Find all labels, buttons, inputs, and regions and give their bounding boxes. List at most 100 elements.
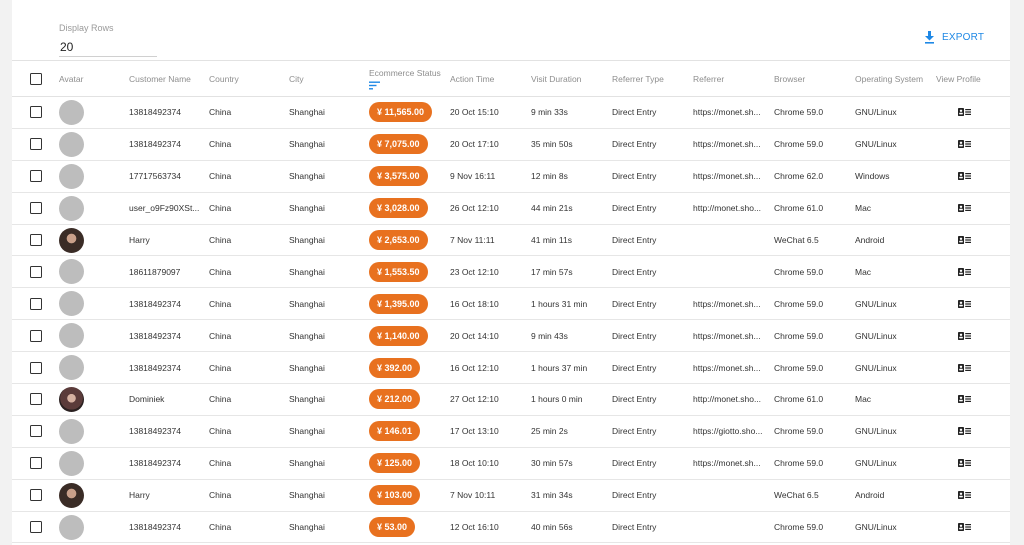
ecommerce-status-cell: ¥ 392.00	[369, 351, 450, 385]
export-button[interactable]: EXPORT	[924, 28, 984, 46]
profile-card-icon[interactable]	[958, 523, 971, 532]
table-row[interactable]: 13818492374 China Shanghai ¥ 11,565.00 20 Oc…	[12, 96, 1010, 129]
table-row[interactable]: 13818492374 China Shanghai ¥ 1,395.00 16 Oct…	[12, 287, 1010, 321]
table-row[interactable]: 13818492374 China Shanghai ¥ 1,140.00 20 Oct…	[12, 319, 1010, 353]
avatar[interactable]	[59, 418, 84, 444]
avatar-cell	[59, 255, 129, 289]
row-select-cell	[12, 447, 59, 480]
avatar[interactable]	[59, 482, 84, 508]
header-referrer[interactable]: Referrer	[693, 60, 774, 97]
row-select-cell	[12, 192, 59, 225]
table-row[interactable]: 13818492374 China Shanghai ¥ 7,075.00 20 Oct…	[12, 128, 1010, 161]
country: China	[209, 96, 289, 129]
profile-card-icon[interactable]	[958, 267, 971, 276]
row-checkbox[interactable]	[30, 393, 42, 406]
header-referrer-type[interactable]: Referrer Type	[612, 60, 693, 97]
action-time: 20 Oct 15:10	[450, 96, 531, 129]
header-country[interactable]: Country	[209, 60, 289, 97]
avatar[interactable]	[59, 131, 84, 157]
header-browser[interactable]: Browser	[774, 60, 855, 97]
avatar[interactable]	[59, 355, 84, 381]
row-checkbox[interactable]	[30, 489, 42, 502]
row-checkbox[interactable]	[30, 521, 42, 534]
header-customer-name[interactable]: Customer Name	[129, 60, 209, 97]
row-checkbox[interactable]	[30, 329, 42, 342]
avatar[interactable]	[59, 259, 84, 285]
visit-duration: 40 min 56s	[531, 511, 612, 544]
profile-card-icon[interactable]	[958, 236, 971, 244]
referrer: https://monet.sh...	[693, 319, 774, 353]
display-rows-input[interactable]	[59, 37, 157, 57]
row-checkbox[interactable]	[30, 457, 42, 470]
row-select-cell	[12, 351, 59, 385]
customer-name: 13818492374	[129, 511, 209, 544]
avatar[interactable]	[59, 227, 84, 253]
table-row[interactable]: 13818492374 China Shanghai ¥ 53.00 12 Oct 16…	[12, 511, 1010, 544]
header-visit-duration[interactable]: Visit Duration	[531, 60, 612, 97]
row-checkbox[interactable]	[30, 106, 42, 119]
profile-card-icon[interactable]	[958, 108, 971, 117]
header-operating-system[interactable]: Operating System	[855, 60, 936, 97]
sort-filter-icon[interactable]	[369, 81, 380, 90]
avatar[interactable]	[59, 386, 84, 412]
avatar[interactable]	[59, 163, 84, 189]
row-select-cell	[12, 383, 59, 416]
profile-card-icon[interactable]	[958, 299, 971, 308]
referrer-type: Direct Entry	[612, 192, 693, 225]
operating-system: Mac	[855, 192, 936, 225]
header-action-time[interactable]: Action Time	[450, 60, 531, 97]
avatar-cell	[59, 160, 129, 193]
profile-card-icon[interactable]	[958, 331, 971, 340]
profile-card-icon[interactable]	[958, 204, 971, 213]
row-checkbox[interactable]	[30, 234, 42, 246]
avatar[interactable]	[59, 195, 84, 221]
view-profile-cell	[936, 479, 1010, 512]
browser: Chrome 59.0	[774, 415, 855, 448]
customer-name: Dominiek	[129, 383, 209, 416]
row-checkbox[interactable]	[30, 138, 42, 151]
referrer: https://giotto.sho...	[693, 415, 774, 448]
country: China	[209, 415, 289, 448]
avatar[interactable]	[59, 291, 84, 317]
customer-name: 13818492374	[129, 128, 209, 161]
profile-card-icon[interactable]	[958, 395, 971, 404]
table-row[interactable]: 17717563734 China Shanghai ¥ 3,575.00 9 Nov …	[12, 160, 1010, 193]
profile-card-icon[interactable]	[958, 140, 971, 149]
operating-system: Mac	[855, 255, 936, 289]
profile-card-icon[interactable]	[958, 172, 971, 181]
profile-card-icon[interactable]	[958, 427, 971, 436]
row-checkbox[interactable]	[30, 202, 42, 215]
table-row[interactable]: 18611879097 China Shanghai ¥ 1,553.50 23 Oct…	[12, 255, 1010, 289]
browser: Chrome 59.0	[774, 319, 855, 353]
city: Shanghai	[289, 351, 369, 385]
row-checkbox[interactable]	[30, 425, 42, 438]
visit-duration: 9 min 33s	[531, 96, 612, 129]
table-row[interactable]: 13818492374 China Shanghai ¥ 392.00 16 Oct 1…	[12, 351, 1010, 385]
ecommerce-status-badge: ¥ 3,575.00	[369, 166, 428, 187]
row-checkbox[interactable]	[30, 361, 42, 374]
visit-duration: 17 min 57s	[531, 255, 612, 289]
profile-card-icon[interactable]	[958, 363, 971, 372]
header-city[interactable]: City	[289, 60, 369, 97]
table-row[interactable]: Dominiek China Shanghai ¥ 212.00 27 Oct 12:1…	[12, 383, 1010, 416]
table-row[interactable]: user_o9Fz90XSt... China Shanghai ¥ 3,028.00…	[12, 192, 1010, 225]
city: Shanghai	[289, 128, 369, 161]
header-ecommerce-status[interactable]: Ecommerce Status	[369, 60, 450, 97]
avatar[interactable]	[59, 514, 84, 540]
select-all-checkbox[interactable]	[30, 72, 42, 85]
table-row[interactable]: 13818492374 China Shanghai ¥ 146.01 17 Oct 1…	[12, 415, 1010, 448]
avatar[interactable]	[59, 323, 84, 349]
customer-table-card: Display Rows EXPORT Avatar Customer Name…	[12, 0, 1010, 545]
row-checkbox[interactable]	[30, 297, 42, 310]
profile-card-icon[interactable]	[958, 459, 971, 468]
avatar[interactable]	[59, 99, 84, 125]
table-row[interactable]: Harry China Shanghai ¥ 2,653.00 7 Nov 11:11 4…	[12, 224, 1010, 257]
row-checkbox[interactable]	[30, 265, 42, 278]
profile-card-icon[interactable]	[958, 491, 971, 500]
table-row[interactable]: Harry China Shanghai ¥ 103.00 7 Nov 10:11 31 …	[12, 479, 1010, 512]
avatar[interactable]	[59, 450, 84, 476]
view-profile-cell	[936, 128, 1010, 161]
view-profile-cell	[936, 511, 1010, 544]
row-checkbox[interactable]	[30, 170, 42, 183]
table-row[interactable]: 13818492374 China Shanghai ¥ 125.00 18 Oct 1…	[12, 447, 1010, 480]
